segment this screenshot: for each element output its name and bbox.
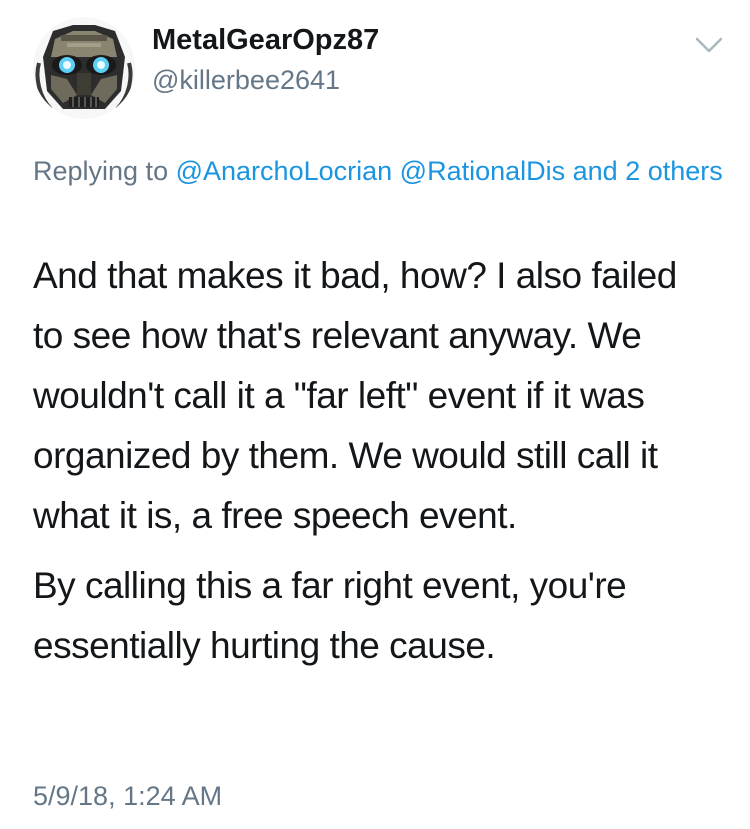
replying-prefix: Replying to bbox=[33, 156, 169, 186]
reply-connector[interactable]: and bbox=[573, 156, 618, 186]
tweet-text: And that makes it bad, how? I also faile… bbox=[33, 246, 713, 676]
replying-to: Replying to @AnarchoLocrian @RationalDis… bbox=[33, 150, 723, 192]
tweet-paragraph: And that makes it bad, how? I also faile… bbox=[33, 255, 677, 536]
timestamp[interactable]: 5/9/18, 1:24 AM bbox=[33, 781, 222, 812]
tweet-paragraph: By calling this a far right event, you'r… bbox=[33, 565, 627, 666]
display-name[interactable]: MetalGearOpz87 bbox=[152, 24, 379, 57]
others-link[interactable]: 2 others bbox=[625, 156, 723, 186]
tweet: MetalGearOpz87 @killerbee2641 Replying t… bbox=[0, 0, 750, 829]
mention-link[interactable]: @RationalDis bbox=[400, 156, 565, 186]
user-handle[interactable]: @killerbee2641 bbox=[152, 65, 340, 96]
mention-link[interactable]: @AnarchoLocrian bbox=[176, 156, 393, 186]
chevron-down-icon[interactable] bbox=[693, 33, 725, 57]
avatar[interactable] bbox=[33, 17, 135, 119]
robot-avatar-icon bbox=[33, 17, 135, 119]
